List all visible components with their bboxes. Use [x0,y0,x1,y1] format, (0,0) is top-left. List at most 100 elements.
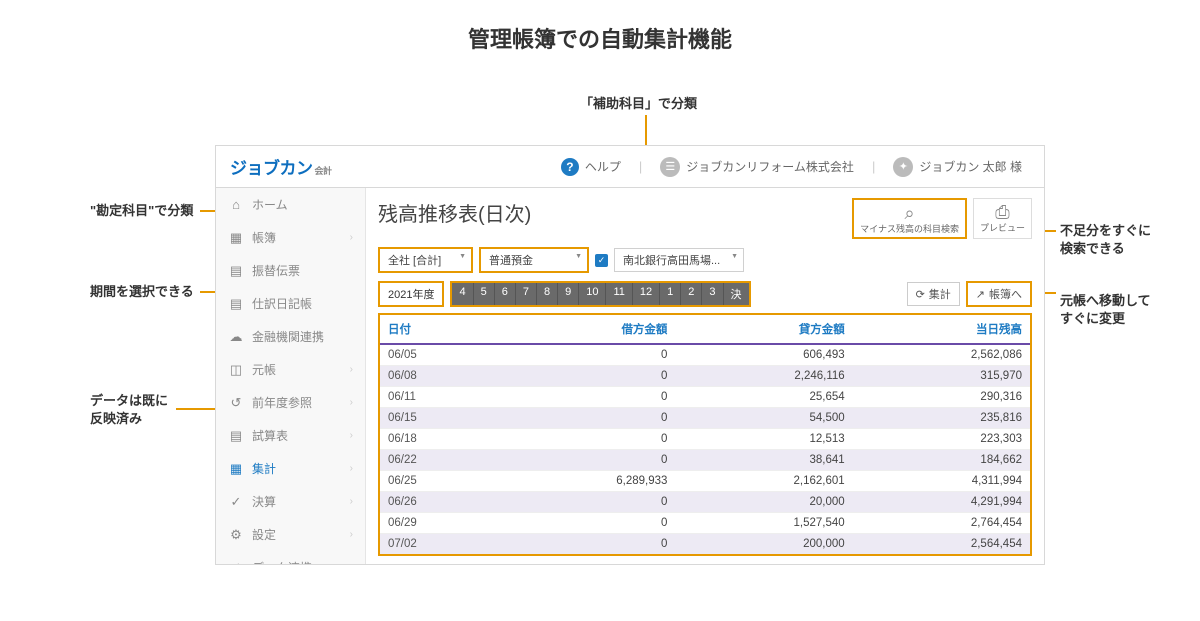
sidebar-item-9[interactable]: ✓決算› [216,485,365,518]
table-row: 06/11025,654290,316 [380,387,1030,408]
company-label: ジョブカンリフォーム株式会社 [686,158,854,175]
account-select[interactable]: 普通預金 [479,247,589,273]
table-cell: 07/02 [380,534,498,555]
user-display[interactable]: ✦ ジョブカン 太郎 様 [885,157,1030,177]
sidebar-item-7[interactable]: ▤試算表› [216,419,365,452]
aggregate-button[interactable]: ⟳ 集計 [907,282,960,306]
table-cell: 0 [498,555,675,557]
sidebar-item-2[interactable]: ▤ 振替伝票 [216,254,365,287]
table-cell: 0 [498,429,675,450]
table-cell: 6,289,933 [498,471,675,492]
sidebar-icon: ▦ [228,461,244,477]
chevron-right-icon: › [350,496,353,507]
sidebar-item-label: 決算 [252,493,350,510]
sidebar-item-label: 金融機関連携 [252,328,353,345]
month-button-7[interactable]: 7 [516,283,537,305]
table-cell: 2,540,436 [853,555,1030,557]
preview-button[interactable]: ⎙ プレビュー [973,198,1032,239]
sidebar-item-0[interactable]: ⌂ホーム [216,188,365,221]
sidebar-item-label: 振替伝票 [252,262,353,279]
month-button-3[interactable]: 3 [702,283,723,305]
table-cell: 0 [498,408,675,429]
main-panel: 残高推移表(日次) ⌕ マイナス残高の科目検索 ⎙ プレビュー 全社 [合計] … [366,188,1044,564]
filter-checkbox[interactable]: ✓ [595,254,608,267]
sidebar-item-5[interactable]: ◫元帳› [216,353,365,386]
table-cell: 315,970 [853,366,1030,387]
sidebar-item-label: 集計 [252,460,350,477]
column-header: 借方金額 [498,315,675,344]
sidebar-item-4[interactable]: ☁ 金融機関連携 [216,320,365,353]
month-button-8[interactable]: 8 [537,283,558,305]
chevron-right-icon: › [350,430,353,441]
month-selector: 456789101112123決 [450,281,750,307]
annot-reflected: データは既に 反映済み [90,392,168,428]
table-cell: 06/18 [380,429,498,450]
sidebar-item-3[interactable]: ▤仕訳日記帳 [216,287,365,320]
table-cell: 2,246,116 [675,366,852,387]
table-cell: 0 [498,344,675,366]
table-cell: 606,493 [675,344,852,366]
month-button-11[interactable]: 11 [606,283,632,305]
table-cell: 2,162,601 [675,471,852,492]
month-button-9[interactable]: 9 [558,283,579,305]
sidebar-item-8[interactable]: ▦集計› [216,452,365,485]
sidebar-icon: ▤ [228,263,244,279]
table-row: 06/15054,500235,816 [380,408,1030,429]
printer-icon: ⎙ [995,203,1009,221]
user-label: ジョブカン 太郎 様 [919,158,1022,175]
sidebar-item-label: データ連携 [252,559,350,564]
month-button-4[interactable]: 4 [452,283,473,305]
negative-balance-search-button[interactable]: ⌕ マイナス残高の科目検索 [852,198,967,239]
table-row: 06/256,289,9332,162,6014,311,994 [380,471,1030,492]
month-button-2[interactable]: 2 [681,283,702,305]
help-icon: ? [561,158,579,176]
table-cell: 25,654 [675,387,852,408]
annot-sub-account: 「補助科目」で分類 [580,95,697,113]
column-header: 当日残高 [853,315,1030,344]
table-cell: 06/11 [380,387,498,408]
sidebar-icon: ☁ [228,329,244,345]
sidebar-item-label: 試算表 [252,427,350,444]
balance-table-wrap: 日付借方金額貸方金額当日残高 06/050606,4932,562,08606/… [378,313,1032,556]
month-button-12[interactable]: 12 [633,283,660,305]
table-cell: 184,662 [853,450,1030,471]
divider: | [872,159,875,174]
to-ledger-button[interactable]: ↗ 帳簿へ [966,281,1032,307]
annot-shortage: 不足分をすぐに 検索できる [1060,222,1151,258]
divider: | [639,159,642,174]
header: ジョブカン会計 ? ヘルプ | ☰ ジョブカンリフォーム株式会社 | ✦ ジョブ… [216,146,1044,188]
table-cell: 0 [498,450,675,471]
table-cell: 54,500 [675,408,852,429]
month-button-10[interactable]: 10 [579,283,606,305]
table-cell: 06/29 [380,513,498,534]
chevron-right-icon: › [350,529,353,540]
month-button-5[interactable]: 5 [474,283,495,305]
table-cell: 290,316 [853,387,1030,408]
ledger-label: 帳簿へ [989,286,1022,302]
annot-period: 期間を選択できる [90,283,194,301]
app-window: ジョブカン会計 ? ヘルプ | ☰ ジョブカンリフォーム株式会社 | ✦ ジョブ… [215,145,1045,565]
sidebar-icon: ▦ [228,230,244,246]
sidebar-icon: ⚙ [228,527,244,543]
sidebar-item-1[interactable]: ▦帳簿› [216,221,365,254]
sidebar-icon: ⌂ [228,197,244,212]
company-display[interactable]: ☰ ジョブカンリフォーム株式会社 [652,157,862,177]
table-row: 07/03024,0182,540,436 [380,555,1030,557]
company-select[interactable]: 全社 [合計] [378,247,473,273]
table-cell: 06/08 [380,366,498,387]
bank-select[interactable]: 南北銀行高田馬場... [614,248,744,272]
sidebar-item-label: 設定 [252,526,350,543]
month-button-6[interactable]: 6 [495,283,516,305]
sidebar-item-10[interactable]: ⚙ 設定› [216,518,365,551]
sidebar-item-11[interactable]: ⇄データ連携› [216,551,365,564]
year-select[interactable]: 2021年度 [378,281,444,307]
refresh-icon: ⟳ [916,288,925,301]
sidebar-item-label: 元帳 [252,361,350,378]
month-button-決[interactable]: 決 [724,283,749,305]
table-cell: 200,000 [675,534,852,555]
month-button-1[interactable]: 1 [660,283,681,305]
help-link[interactable]: ? ヘルプ [553,158,629,176]
sidebar-item-6[interactable]: ↺前年度参照› [216,386,365,419]
table-row: 06/050606,4932,562,086 [380,344,1030,366]
table-cell: 0 [498,366,675,387]
